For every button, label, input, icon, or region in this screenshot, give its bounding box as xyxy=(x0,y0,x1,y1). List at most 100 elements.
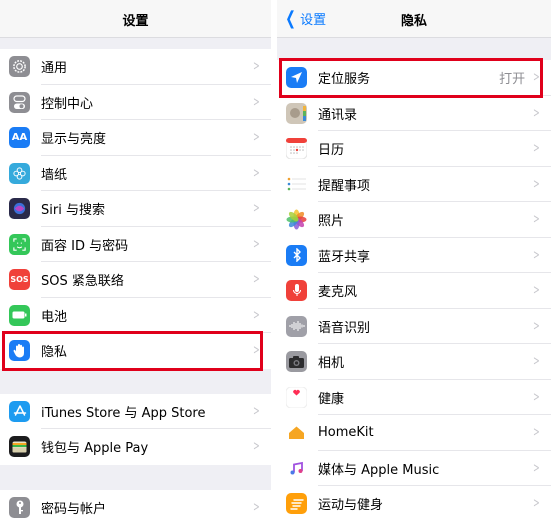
list-item-label: 健康 xyxy=(318,391,345,407)
list-item[interactable]: 相机 > xyxy=(277,344,551,380)
chevron-right-icon: > xyxy=(253,307,260,323)
flower-icon xyxy=(9,162,30,184)
face-id-icon xyxy=(9,233,30,255)
chevron-right-icon: > xyxy=(253,94,260,110)
list-item-label: 钱包与 Apple Pay xyxy=(41,441,149,457)
chevron-right-icon: > xyxy=(533,105,540,121)
wallet-icon xyxy=(9,436,30,458)
list-item-label: 日历 xyxy=(318,143,345,159)
chevron-right-icon: > xyxy=(253,236,260,252)
list-item-label: 通讯录 xyxy=(318,107,358,123)
reminders-icon xyxy=(286,173,307,195)
photos-icon xyxy=(286,209,307,230)
key-icon xyxy=(9,496,30,518)
list-item-label: 显示与亮度 xyxy=(41,132,107,148)
list-item[interactable]: 麦克风 > xyxy=(277,273,551,309)
list-item-label: iTunes Store 与 App Store xyxy=(41,405,206,421)
highlight-box xyxy=(2,331,263,371)
list-item-label: 控制中心 xyxy=(41,96,94,112)
privacy-navbar: ❮ 设置 隐私 xyxy=(277,0,551,38)
chevron-right-icon: > xyxy=(253,499,260,515)
list-item-label: 运动与健身 xyxy=(318,498,384,514)
home-icon xyxy=(286,422,307,444)
list-item[interactable]: 提醒事项 > xyxy=(277,166,551,202)
bluetooth-icon xyxy=(286,244,307,266)
chevron-right-icon: > xyxy=(533,496,540,512)
list-item-label: Siri 与搜索 xyxy=(41,203,105,219)
chevron-right-icon: > xyxy=(533,354,540,370)
privacy-panel: ❮ 设置 隐私 定位服务 打开 > 通讯录 > 日历 > 提醒事项 > 照片 > 蓝牙共享 > 麦克风 > 语… xyxy=(277,0,551,521)
list-item-label: 通用 xyxy=(41,61,68,77)
settings-navbar: 设置 xyxy=(0,0,271,38)
chevron-right-icon: > xyxy=(253,272,260,288)
list-item[interactable]: AA 显示与亮度 > xyxy=(0,120,271,156)
chevron-right-icon: > xyxy=(253,130,260,146)
list-item-label: 语音识别 xyxy=(318,320,371,336)
camera-icon xyxy=(286,351,307,373)
list-item[interactable]: 运动与健身 > xyxy=(277,486,551,521)
chevron-right-icon: > xyxy=(533,141,540,157)
chevron-right-icon: > xyxy=(253,403,260,419)
list-item-label: 蓝牙共享 xyxy=(318,249,371,265)
gear-icon xyxy=(9,56,30,78)
list-item-label: 墙纸 xyxy=(41,167,68,183)
text-size-icon: AA xyxy=(9,127,30,149)
list-item-label: 电池 xyxy=(41,309,68,325)
heart-icon xyxy=(286,386,307,408)
list-item[interactable]: 媒体与 Apple Music > xyxy=(277,450,551,486)
chevron-right-icon: > xyxy=(533,318,540,334)
list-item-label: 面容 ID 与密码 xyxy=(41,238,129,254)
calendar-icon xyxy=(286,138,307,160)
list-item[interactable]: Siri 与搜索 > xyxy=(0,191,271,227)
list-item[interactable]: 墙纸 > xyxy=(0,155,271,191)
chevron-right-icon: > xyxy=(533,460,540,476)
list-item[interactable]: 控制中心 > xyxy=(0,84,271,120)
list-item[interactable]: 面容 ID 与密码 > xyxy=(0,226,271,262)
list-item-label: SOS 紧急联络 xyxy=(41,274,124,290)
chevron-right-icon: > xyxy=(253,165,260,181)
list-item[interactable]: 电池 > xyxy=(0,297,271,333)
list-item-label: 媒体与 Apple Music xyxy=(318,462,440,478)
microphone-icon xyxy=(286,280,307,302)
list-item[interactable]: 钱包与 Apple Pay > xyxy=(0,429,271,465)
contacts-icon xyxy=(286,102,307,124)
battery-icon xyxy=(9,304,30,326)
chevron-right-icon: > xyxy=(533,247,540,263)
chevron-right-icon: > xyxy=(533,212,540,228)
section-gap xyxy=(0,38,271,49)
highlight-box xyxy=(279,58,543,98)
list-item[interactable]: 蓝牙共享 > xyxy=(277,237,551,273)
list-item-label: 密码与帐户 xyxy=(41,501,107,517)
page-title: 设置 xyxy=(122,14,149,29)
siri-icon xyxy=(9,198,30,220)
music-note-icon xyxy=(286,457,307,479)
list-item-label: 麦克风 xyxy=(318,285,358,301)
chevron-right-icon: > xyxy=(533,176,540,192)
section-gap xyxy=(277,38,551,60)
chevron-right-icon: > xyxy=(253,201,260,217)
list-item[interactable]: 语音识别 > xyxy=(277,308,551,344)
list-item[interactable]: 通讯录 > xyxy=(277,95,551,131)
chevron-right-icon: > xyxy=(533,425,540,441)
list-item-label: HomeKit xyxy=(318,425,374,441)
list-item[interactable]: 通用 > xyxy=(0,49,271,85)
list-item-label: 提醒事项 xyxy=(318,178,371,194)
list-item[interactable]: 密码与帐户 > xyxy=(0,489,271,521)
chevron-right-icon: > xyxy=(253,439,260,455)
list-item[interactable]: 健康 > xyxy=(277,379,551,415)
list-item[interactable]: 照片 > xyxy=(277,202,551,238)
toggles-icon xyxy=(9,91,30,113)
section-gap xyxy=(0,368,271,394)
list-item[interactable]: HomeKit > xyxy=(277,415,551,451)
chevron-right-icon: > xyxy=(533,389,540,405)
sos-icon: SOS xyxy=(9,269,30,291)
list-item-label: 照片 xyxy=(318,214,345,230)
list-item[interactable]: iTunes Store 与 App Store > xyxy=(0,393,271,429)
page-title: 隐私 xyxy=(400,14,427,29)
list-item[interactable]: 日历 > xyxy=(277,131,551,167)
waveform-icon xyxy=(286,315,307,337)
settings-panel: 设置 通用 > 控制中心 > AA 显示与亮度 > 墙纸 > Siri 与搜索 > 面容 ID 与密码… xyxy=(0,0,271,521)
list-item-label: 相机 xyxy=(318,356,345,372)
list-item[interactable]: SOS SOS 紧急联络 > xyxy=(0,262,271,298)
fitness-icon xyxy=(286,493,307,515)
